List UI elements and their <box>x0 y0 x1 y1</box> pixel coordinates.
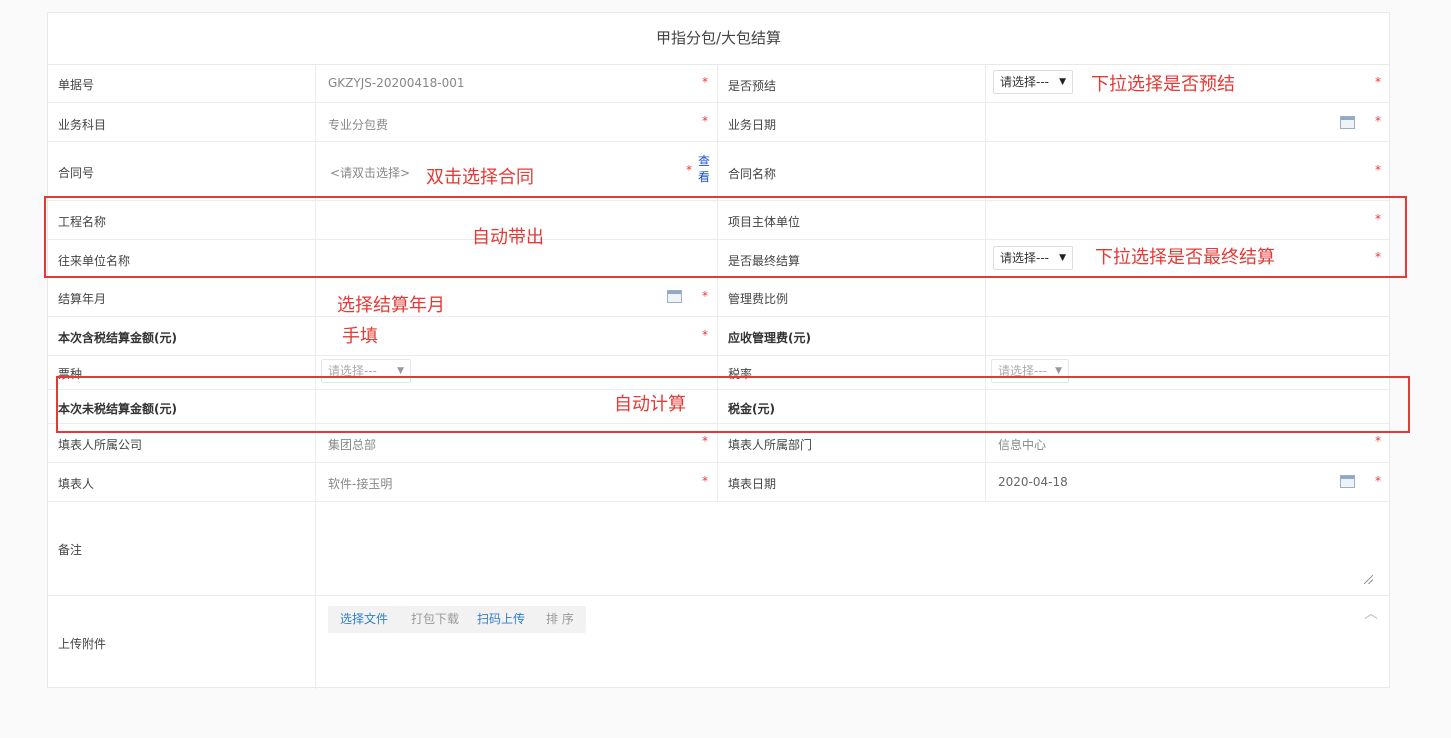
required-mark: * <box>702 328 708 342</box>
required-mark: * <box>686 163 692 177</box>
is-pre-select-value: 请选择--- <box>1000 75 1049 89</box>
mgmt-ratio-label: 管理费比例 <box>728 292 789 306</box>
annotation-pre-select: 下拉选择是否预结 <box>1091 74 1235 95</box>
row-divider <box>48 316 1389 317</box>
select-file-button[interactable]: 选择文件 <box>328 606 401 633</box>
view-contract-link[interactable]: 查看 <box>698 153 712 185</box>
scan-upload-button[interactable]: 扫码上传 <box>465 606 538 633</box>
required-mark: * <box>1375 434 1381 448</box>
bill-no-value: GKZYJS-20200418-001 <box>328 76 465 90</box>
biz-subject-label: 业务科目 <box>58 118 107 132</box>
biz-subject-value: 专业分包费 <box>328 118 389 132</box>
required-mark: * <box>1375 474 1381 488</box>
annotation-double-click: 双击选择合同 <box>426 167 534 188</box>
row-divider <box>48 501 1389 502</box>
required-mark: * <box>702 114 708 128</box>
filler-label: 填表人 <box>58 477 95 491</box>
required-mark: * <box>702 289 708 303</box>
row-divider <box>48 141 1389 142</box>
biz-date-label: 业务日期 <box>728 118 777 132</box>
row-divider <box>48 355 1389 356</box>
contract-no-input[interactable]: <请双击选择> <box>330 164 410 181</box>
upload-label: 上传附件 <box>58 637 107 651</box>
fill-date-input[interactable]: 2020-04-18 <box>998 475 1068 489</box>
pack-download-button[interactable]: 打包下载 <box>399 606 472 633</box>
calendar-icon[interactable] <box>1340 475 1355 488</box>
row-divider <box>48 595 1389 596</box>
row-divider <box>48 462 1389 463</box>
settle-month-label: 结算年月 <box>58 292 107 306</box>
required-mark: * <box>702 75 708 89</box>
chevron-up-icon[interactable]: ︿ <box>1364 603 1378 623</box>
required-mark: * <box>1375 114 1381 128</box>
sort-button[interactable]: 排 序 <box>534 606 586 633</box>
remark-label: 备注 <box>58 543 83 557</box>
annotation-manual: 手填 <box>342 326 378 347</box>
dept-value: 信息中心 <box>998 438 1047 452</box>
contract-name-label: 合同名称 <box>728 167 777 181</box>
biz-date-input[interactable] <box>986 108 1356 136</box>
fill-date-label: 填表日期 <box>728 477 777 491</box>
required-mark: * <box>1375 163 1381 177</box>
dropdown-arrow-icon: ▼ <box>1059 77 1066 87</box>
required-mark: * <box>1375 75 1381 89</box>
row-divider <box>48 102 1389 103</box>
company-label: 填表人所属公司 <box>58 438 143 452</box>
required-mark: * <box>702 474 708 488</box>
col-divider <box>717 64 718 501</box>
company-value: 集团总部 <box>328 438 377 452</box>
dept-label: 填表人所属部门 <box>728 438 813 452</box>
bill-no-label: 单据号 <box>58 78 95 92</box>
contract-no-label: 合同号 <box>58 166 95 180</box>
calendar-icon[interactable] <box>667 290 682 303</box>
resize-handle-icon[interactable] <box>1364 575 1373 584</box>
is-pre-select[interactable]: 请选择--- ▼ <box>993 70 1073 94</box>
settlement-form: 甲指分包/大包结算 单据号 GKZYJS-20200418-001 * 是否预结… <box>47 12 1390 689</box>
mgmt-fee-label: 应收管理费(元) <box>728 331 811 345</box>
highlight-box-auto-calc <box>56 376 1410 433</box>
amount-tax-label: 本次含税结算金额(元) <box>58 331 177 345</box>
annotation-choose-month: 选择结算年月 <box>337 295 445 316</box>
highlight-box-auto-fill <box>44 196 1407 278</box>
is-pre-label: 是否预结 <box>728 79 777 93</box>
form-title: 甲指分包/大包结算 <box>48 13 1389 65</box>
calendar-icon[interactable] <box>1340 116 1355 129</box>
remark-textarea[interactable] <box>318 505 1376 589</box>
filler-value: 软件-接玉明 <box>328 477 393 491</box>
required-mark: * <box>702 434 708 448</box>
